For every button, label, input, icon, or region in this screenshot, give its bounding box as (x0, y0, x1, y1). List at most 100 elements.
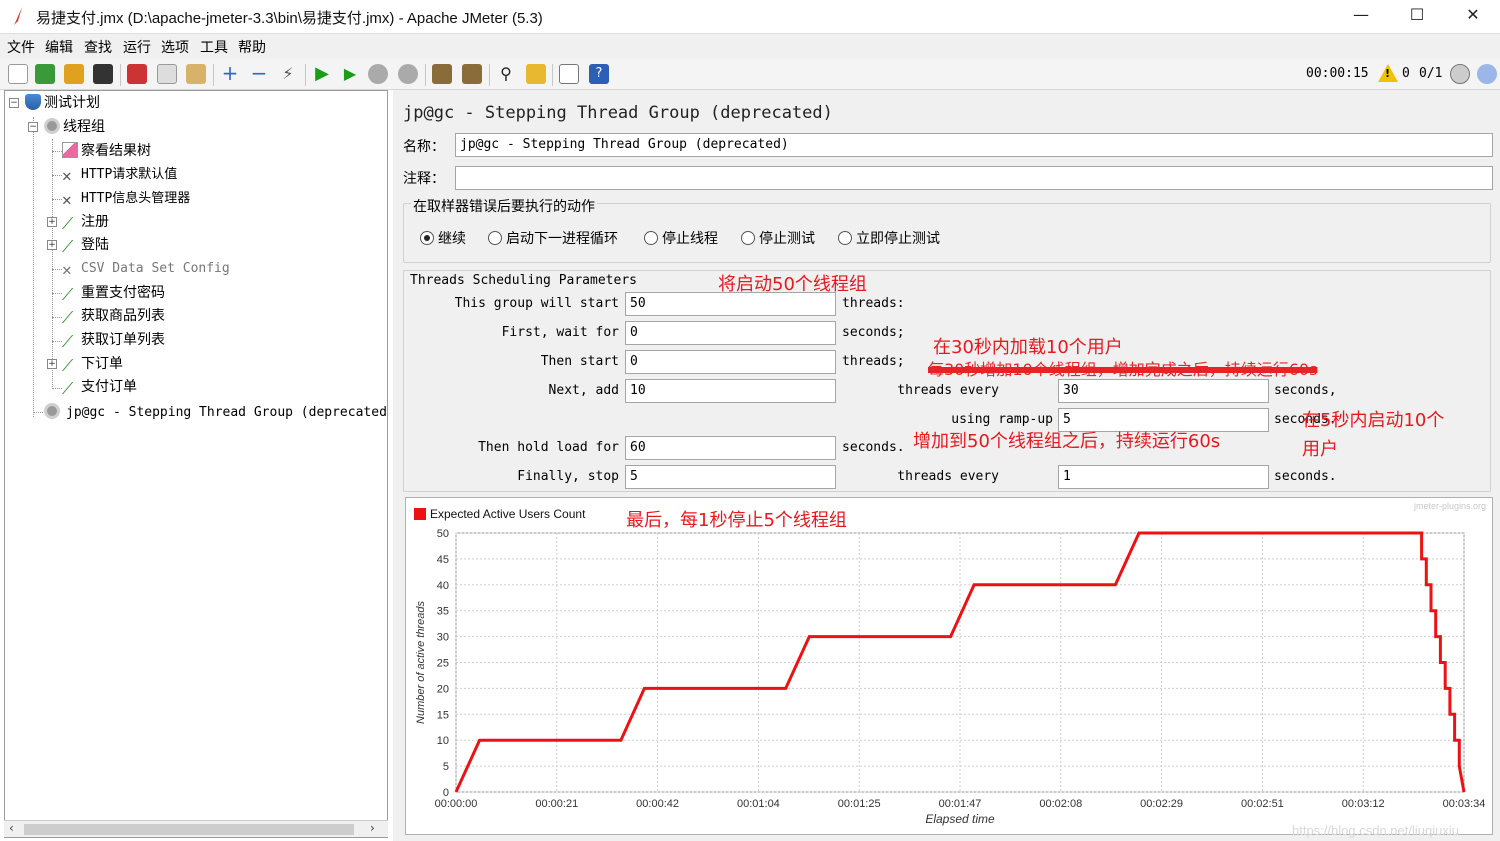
expand-toggle[interactable]: + (47, 240, 57, 250)
comment-field[interactable] (455, 166, 1493, 190)
hold-field[interactable]: 60 (625, 436, 836, 460)
scroll-thumb[interactable] (24, 824, 354, 835)
help-icon[interactable]: ? (589, 64, 609, 84)
pipette-icon: ⟋ (62, 332, 74, 351)
radio-continue[interactable]: 继续 (420, 228, 466, 248)
stop-every-field[interactable]: 1 (1058, 465, 1269, 489)
templates-icon[interactable] (35, 64, 55, 84)
function-helper-icon[interactable] (559, 64, 579, 84)
stop-icon[interactable] (368, 64, 388, 84)
comment-label: 注释： (403, 171, 445, 187)
menu-help[interactable]: 帮助 (238, 37, 266, 57)
tree-node-login[interactable]: ⟋ 登陆 (62, 234, 109, 256)
tree-node-header-manager[interactable]: ✕ HTTP信息头管理器 (62, 188, 190, 210)
collapse-toggle[interactable]: − (9, 98, 19, 108)
rampup-label: using ramp-up (951, 412, 1053, 427)
tree-node-csv-config[interactable]: ✕ CSV Data Set Config (62, 258, 230, 280)
menu-tools[interactable]: 工具 (200, 37, 228, 57)
tree-node-pay-order[interactable]: ⟋ 支付订单 (62, 376, 137, 398)
stop-field[interactable]: 5 (625, 465, 836, 489)
hold-label: Then hold load for (478, 440, 619, 455)
y-tick-label: 35 (437, 606, 449, 618)
maximize-button[interactable]: ☐ (1388, 0, 1446, 32)
tree-node-stepping-thread-group[interactable]: jp@gc - Stepping Thread Group (deprecate… (44, 401, 387, 423)
tree-node-view-results-tree[interactable]: 察看结果树 (62, 140, 151, 162)
menu-run[interactable]: 运行 (123, 37, 151, 57)
elapsed-time: 00:00:15 (1306, 66, 1369, 81)
expand-toggle[interactable]: + (47, 359, 57, 369)
radio-checked-icon (420, 231, 434, 245)
next-add-field[interactable]: 10 (625, 379, 836, 403)
expand-toggle[interactable]: + (47, 217, 57, 227)
warning-count: 0 (1402, 66, 1410, 81)
radio-start-next-loop[interactable]: 启动下一进程循环 (488, 228, 618, 248)
tree-node-place-order[interactable]: ⟋ 下订单 (62, 353, 123, 375)
title-bar: 易捷支付.jmx (D:\apache-jmeter-3.3\bin\易捷支付.… (0, 0, 1500, 34)
stop-every-label: threads every (897, 469, 999, 484)
menu-search[interactable]: 查找 (84, 37, 112, 57)
radio-stop-thread[interactable]: 停止线程 (644, 228, 718, 248)
active-threads: 0/1 (1419, 66, 1443, 81)
open-icon[interactable] (64, 64, 84, 84)
tree-node-thread-group[interactable]: 线程组 (44, 116, 105, 138)
collapse-toggle[interactable]: − (28, 122, 38, 132)
test-plan-tree: − 测试计划 − 线程组 察看结果树 ✕ HTTP请求默认值 ✕ HTTP信息头管理… (4, 90, 388, 838)
log-viewer-icon[interactable] (1477, 64, 1497, 84)
x-tick-label: 00:02:29 (1140, 798, 1183, 810)
reset-search-icon[interactable] (526, 64, 546, 84)
x-tick-label: 00:02:51 (1241, 798, 1284, 810)
radio-stop-test[interactable]: 停止测试 (741, 228, 815, 248)
menu-options[interactable]: 选项 (161, 37, 189, 57)
scroll-left-icon[interactable]: ‹ (9, 821, 14, 835)
test-plan-icon (25, 94, 41, 110)
start-icon[interactable]: ▶ (312, 64, 332, 84)
x-axis-label: Elapsed time (925, 812, 995, 826)
chart-watermark: jmeter-plugins.org (1413, 501, 1486, 511)
pipette-icon: ⟋ (62, 356, 74, 375)
toggle-icon[interactable]: ⚡ (278, 64, 298, 84)
expand-icon[interactable]: + (220, 63, 240, 84)
save-icon[interactable] (93, 64, 113, 84)
y-tick-label: 45 (437, 554, 449, 566)
close-button[interactable]: ✕ (1444, 0, 1500, 32)
tree-node-order-list[interactable]: ⟋ 获取订单列表 (62, 329, 165, 351)
name-field[interactable]: jp@gc - Stepping Thread Group (deprecate… (455, 133, 1493, 157)
next-add-label: Next, add (548, 383, 619, 398)
minimize-button[interactable]: — (1332, 0, 1390, 32)
tree-node-http-defaults[interactable]: ✕ HTTP请求默认值 (62, 164, 177, 186)
stop-every-unit: seconds. (1274, 469, 1337, 484)
then-start-field[interactable]: 0 (625, 350, 836, 374)
new-icon[interactable] (8, 64, 28, 84)
every-field[interactable]: 30 (1058, 379, 1269, 403)
wrench-icon: ✕ (62, 260, 72, 279)
wait-label: First, wait for (501, 325, 619, 340)
shutdown-icon[interactable] (398, 64, 418, 84)
y-tick-label: 15 (437, 709, 449, 721)
wait-field[interactable]: 0 (625, 321, 836, 345)
start-no-timers-icon[interactable]: ▶ (340, 64, 360, 84)
radio-unchecked-icon (644, 231, 658, 245)
hold-unit: seconds. (842, 440, 905, 455)
tree-horizontal-scrollbar[interactable]: ‹ › (4, 820, 388, 837)
x-tick-label: 00:00:21 (535, 798, 578, 810)
toolbar: + − ⚡ ▶ ▶ ⚲ ? 00:00:15 ! 0 0/1 (0, 58, 1500, 90)
scroll-right-icon[interactable]: › (370, 821, 375, 835)
radio-unchecked-icon (488, 231, 502, 245)
y-tick-label: 40 (437, 580, 449, 592)
menu-edit[interactable]: 编辑 (45, 37, 73, 57)
tree-node-product-list[interactable]: ⟋ 获取商品列表 (62, 305, 165, 327)
collapse-icon[interactable]: − (249, 63, 269, 84)
tree-node-test-plan[interactable]: 测试计划 (25, 92, 100, 114)
tree-node-register[interactable]: ⟋ 注册 (62, 211, 109, 233)
tree-node-reset-password[interactable]: ⟋ 重置支付密码 (62, 282, 165, 304)
clear-icon[interactable] (432, 64, 452, 84)
clear-all-icon[interactable] (462, 64, 482, 84)
radio-stop-test-now[interactable]: 立即停止测试 (838, 228, 940, 248)
chart-svg: 0510152025303540455000:00:00 00:00:21 00:0… (414, 501, 1486, 826)
menu-file[interactable]: 文件 (7, 37, 35, 57)
cut-icon[interactable] (127, 64, 147, 84)
radio-unchecked-icon (838, 231, 852, 245)
copy-icon[interactable] (157, 64, 177, 84)
search-icon[interactable]: ⚲ (496, 64, 516, 84)
paste-icon[interactable] (186, 64, 206, 84)
